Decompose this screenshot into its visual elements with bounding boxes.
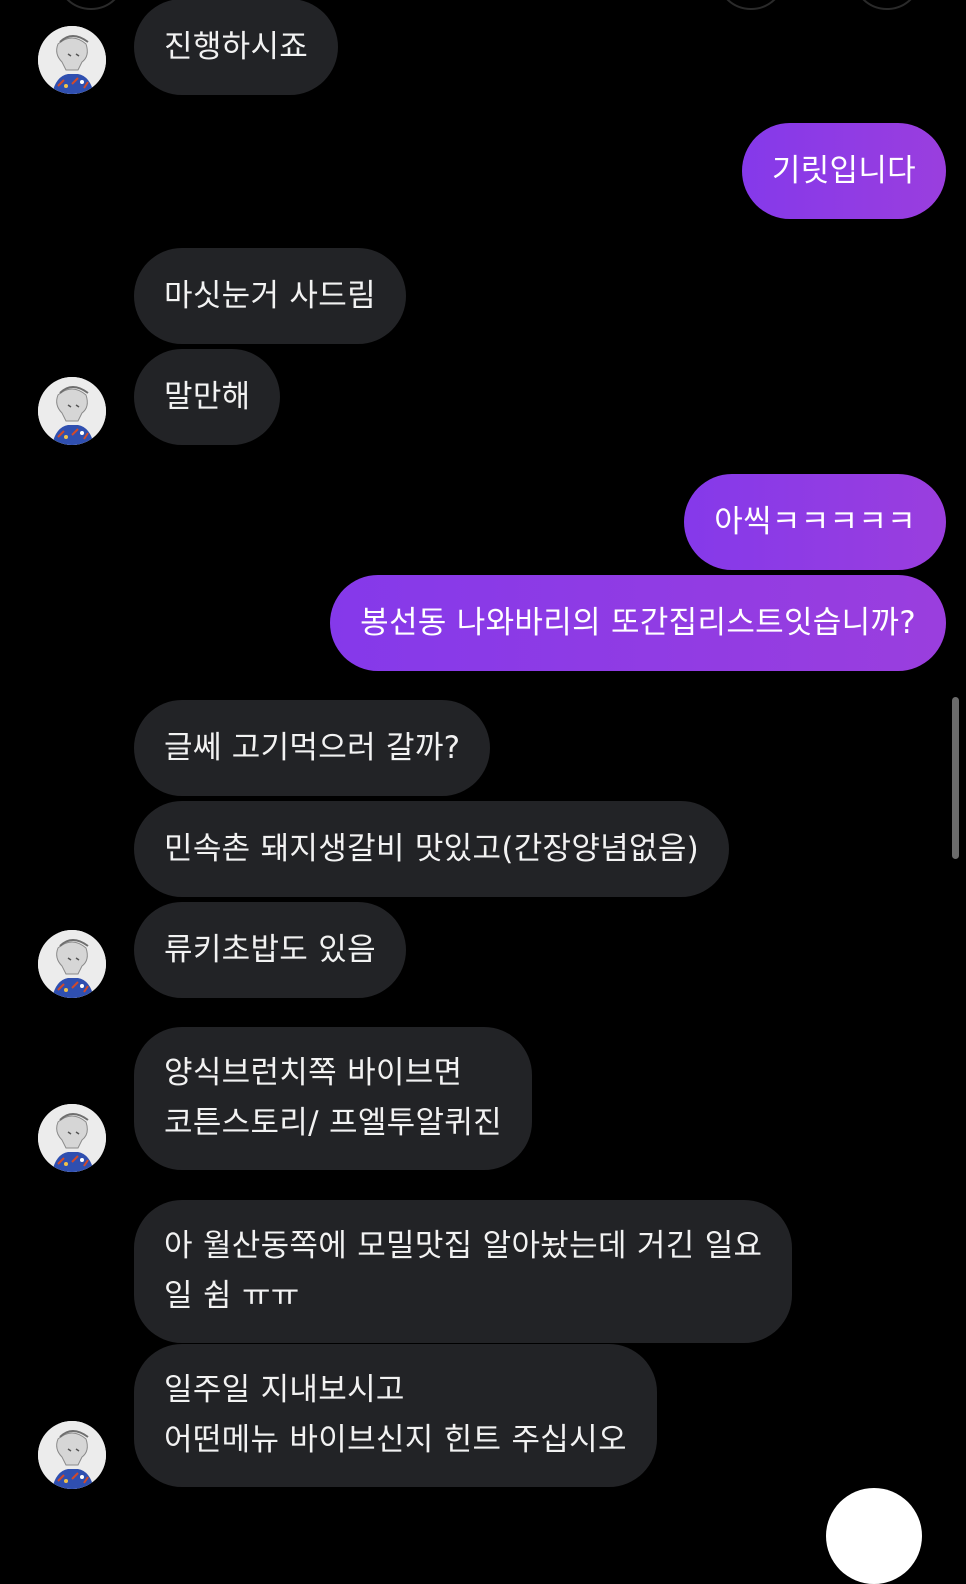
message-line: 코튼스토리/ 프엘투알퀴진 bbox=[164, 1105, 502, 1141]
incoming-message[interactable]: 일주일 지내보시고 어떤메뉴 바이브신지 힌트 주십시오 bbox=[134, 1344, 657, 1487]
outgoing-message[interactable]: 아씩ㅋㅋㅋㅋㅋ bbox=[684, 474, 946, 570]
avatar-icon bbox=[38, 1421, 106, 1489]
scrollbar[interactable] bbox=[952, 697, 959, 859]
avatar-icon bbox=[38, 930, 106, 998]
incoming-message[interactable]: 아 월산동쪽에 모밀맛집 알아놨는데 거긴 일요 일 쉼 ㅠㅠ bbox=[134, 1200, 793, 1343]
avatar[interactable] bbox=[38, 26, 106, 94]
message-line: 어떤메뉴 바이브신지 힌트 주십시오 bbox=[164, 1422, 627, 1458]
avatar[interactable] bbox=[38, 1421, 106, 1489]
incoming-message[interactable]: 글쎄 고기먹으러 갈까? bbox=[134, 700, 491, 796]
incoming-message[interactable]: 양식브런치쪽 바이브면 코튼스토리/ 프엘투알퀴진 bbox=[134, 1027, 532, 1170]
avatar-icon bbox=[38, 1104, 106, 1172]
message-line: 일주일 지내보시고 bbox=[164, 1372, 405, 1408]
header-video-button[interactable] bbox=[852, 0, 922, 10]
outgoing-message[interactable]: 봉선동 나와바리의 또간집리스트잇습니까? bbox=[330, 575, 946, 671]
incoming-message[interactable]: 류키초밥도 있음 bbox=[134, 902, 406, 998]
outgoing-message[interactable]: 기릿입니다 bbox=[741, 123, 946, 219]
avatar[interactable] bbox=[38, 930, 106, 998]
message-line: 양식브런치쪽 바이브면 bbox=[164, 1055, 463, 1091]
header-call-button[interactable] bbox=[716, 0, 786, 10]
avatar-icon bbox=[38, 377, 106, 445]
avatar[interactable] bbox=[38, 377, 106, 445]
message-line: 일 쉼 ㅠㅠ bbox=[164, 1278, 300, 1314]
floating-action-button[interactable] bbox=[826, 1488, 922, 1584]
avatar-icon bbox=[38, 26, 106, 94]
avatar[interactable] bbox=[38, 1104, 106, 1172]
message-line: 아 월산동쪽에 모밀맛집 알아놨는데 거긴 일요 bbox=[164, 1228, 763, 1264]
incoming-message[interactable]: 말만해 bbox=[134, 349, 281, 445]
incoming-message[interactable]: 진행하시죠 bbox=[134, 0, 339, 95]
header-back-button[interactable] bbox=[56, 0, 126, 10]
incoming-message[interactable]: 마싯눈거 사드림 bbox=[134, 248, 406, 344]
incoming-message[interactable]: 민속촌 돼지생갈비 맛있고(간장양념없음) bbox=[134, 801, 730, 897]
